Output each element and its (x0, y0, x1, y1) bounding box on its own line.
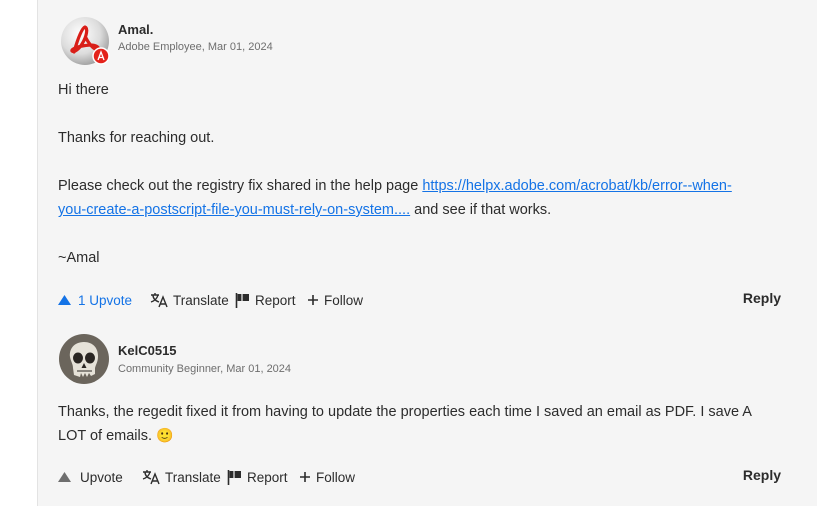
post-kelc0515: KelC0515 Community Beginner, Mar 01, 202… (38, 323, 817, 506)
plus-icon (299, 471, 311, 483)
author-avatar[interactable] (60, 16, 110, 66)
author-avatar[interactable] (59, 334, 109, 384)
follow-label: Follow (324, 292, 364, 308)
follow-button[interactable]: Follow (299, 467, 355, 487)
upvote-button[interactable]: 1 Upvote (58, 290, 132, 310)
thanks-text: Thanks for reaching out. (58, 130, 215, 146)
upvote-triangle-icon (58, 472, 71, 482)
report-button[interactable]: Report (227, 467, 288, 487)
report-button[interactable]: Report (235, 290, 296, 310)
upvote-label: Upvote (80, 469, 123, 485)
instruction-prefix: Please check out the registry fix shared… (58, 178, 423, 194)
follow-label: Follow (316, 469, 356, 485)
greeting-text: Hi there (58, 82, 109, 98)
skull-avatar-icon (59, 334, 109, 384)
post-body: Hi there Thanks for reaching out. Please… (58, 78, 758, 270)
follow-button[interactable]: Follow (307, 290, 363, 310)
reply-button[interactable]: Reply (743, 467, 781, 483)
comment-line1: Thanks, the regedit fixed it from having… (58, 404, 752, 420)
comment-line2-text: LOT of emails. (58, 428, 153, 444)
signoff-text: ~Amal (58, 250, 100, 266)
author-meta: Community Beginner, Mar 01, 2024 (118, 363, 292, 375)
author-meta: Adobe Employee, Mar 01, 2024 (118, 41, 273, 53)
translate-label: Translate (165, 469, 221, 485)
adobe-acrobat-avatar-icon (61, 17, 110, 65)
plus-icon (307, 294, 319, 306)
help-link-line1: https://helpx.adobe.com/acrobat/kb/error… (422, 178, 732, 194)
translate-button[interactable]: Translate (142, 467, 221, 487)
reply-button[interactable]: Reply (743, 290, 781, 306)
upvote-triangle-icon (58, 295, 71, 305)
author-name[interactable]: KelC0515 (118, 343, 177, 358)
instruction-suffix: and see if that works. (410, 202, 552, 218)
report-label: Report (255, 292, 296, 308)
smile-emoji: 🙂 (156, 428, 174, 444)
flag-icon (227, 469, 242, 485)
translate-icon (142, 469, 160, 485)
upvote-label: 1 Upvote (78, 292, 133, 308)
post-actions: Upvote Translate Report Follow Reply (58, 467, 781, 487)
reply-thread: Amal. Adobe Employee, Mar 01, 2024 Hi th… (37, 0, 817, 506)
report-label: Report (247, 469, 288, 485)
post-amal: Amal. Adobe Employee, Mar 01, 2024 Hi th… (38, 0, 817, 323)
translate-icon (150, 292, 168, 308)
post-actions: 1 Upvote Translate Report Follow Reply (58, 290, 781, 310)
author-name[interactable]: Amal. (118, 22, 153, 37)
help-link-line2: you-create-a-postscript-file-you-must-re… (58, 202, 411, 218)
post-body: Thanks, the regedit fixed it from having… (58, 400, 758, 448)
translate-label: Translate (173, 292, 229, 308)
comment-line2: LOT of emails. 🙂 (58, 424, 758, 448)
flag-icon (235, 292, 250, 308)
upvote-button[interactable]: Upvote (58, 467, 123, 487)
translate-button[interactable]: Translate (150, 290, 229, 310)
instruction-text: Please check out the registry fix shared… (58, 174, 758, 222)
